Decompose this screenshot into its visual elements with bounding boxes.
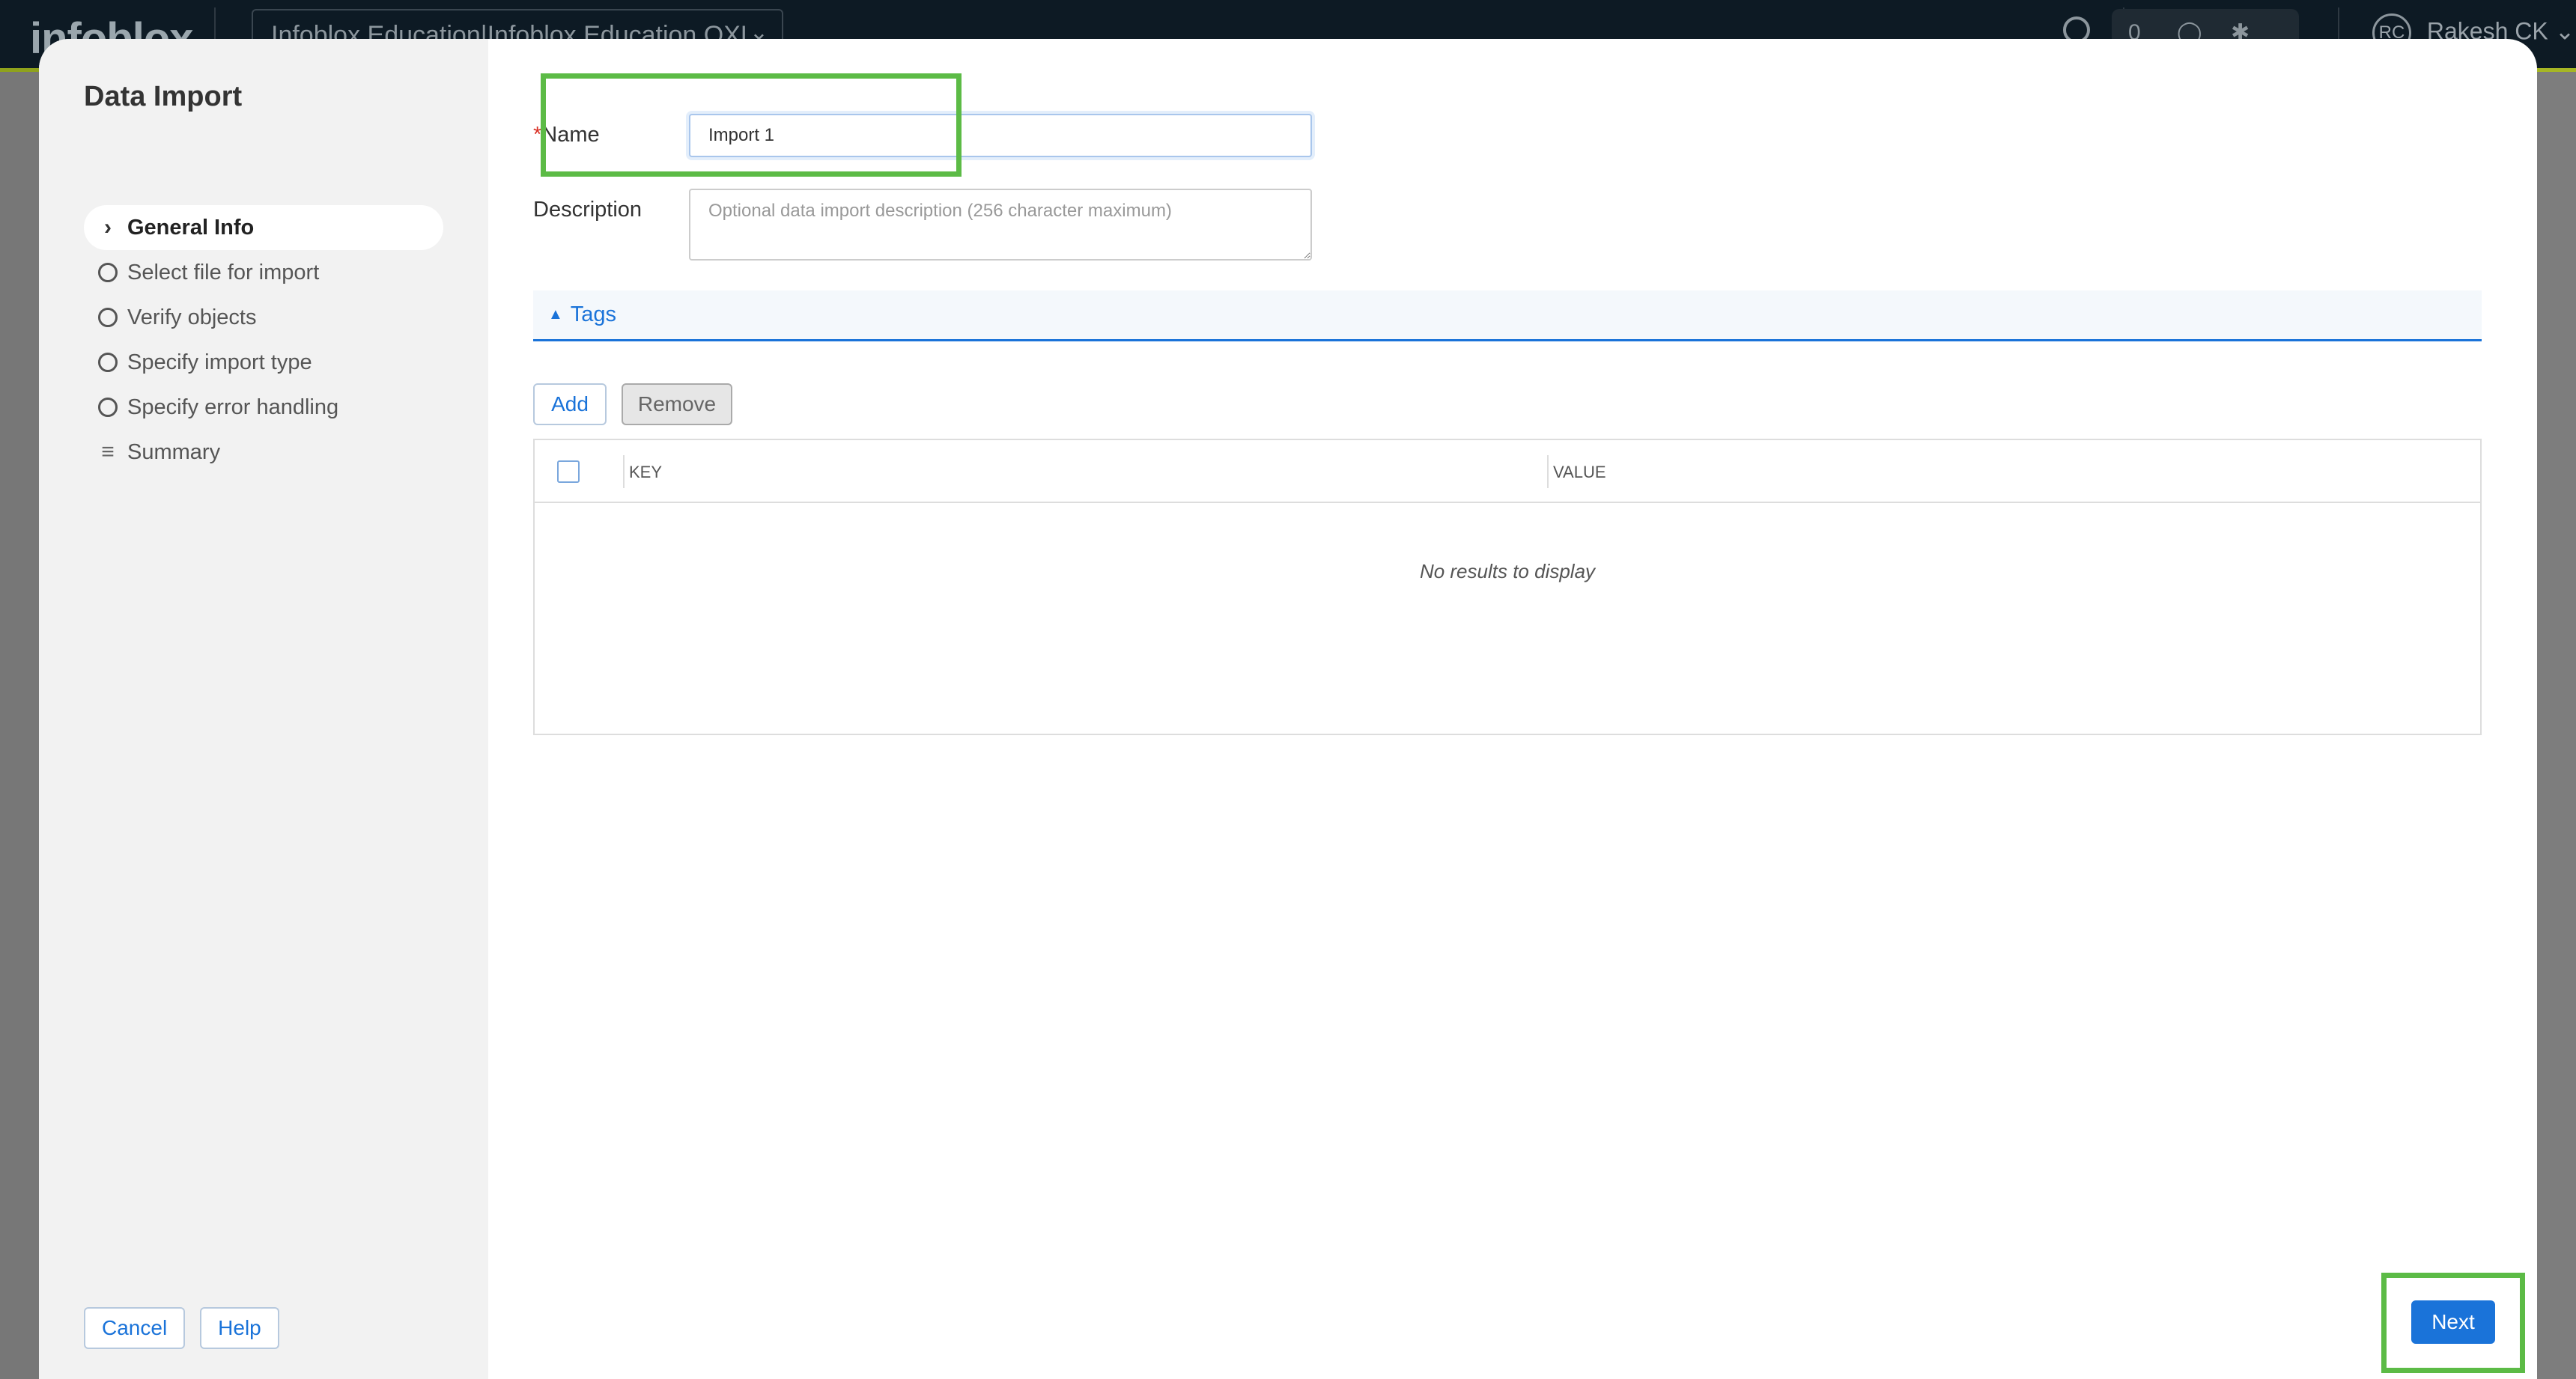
column-divider bbox=[623, 455, 625, 488]
step-label: Summary bbox=[127, 439, 221, 464]
column-header-key[interactable]: KEY bbox=[629, 463, 662, 482]
annotation-highlight bbox=[541, 73, 962, 177]
circle-icon bbox=[97, 352, 118, 373]
step-label: General Info bbox=[127, 215, 255, 240]
empty-table-message: No results to display bbox=[1419, 560, 1596, 582]
annotation-highlight bbox=[2381, 1273, 2525, 1373]
circle-icon bbox=[97, 307, 118, 328]
description-input[interactable] bbox=[689, 189, 1312, 261]
step-general-info[interactable]: › General Info bbox=[84, 205, 443, 250]
column-header-value[interactable]: VALUE bbox=[1553, 463, 1606, 482]
step-verify-objects[interactable]: Verify objects bbox=[84, 295, 443, 340]
wizard-nav: Data Import › General Info Select file f… bbox=[39, 39, 488, 1379]
circle-icon bbox=[97, 262, 118, 283]
step-error-handling[interactable]: Specify error handling bbox=[84, 385, 443, 430]
modal-footer-left: Cancel Help bbox=[84, 1307, 279, 1349]
description-label: Description bbox=[533, 198, 643, 222]
select-all-checkbox[interactable] bbox=[557, 460, 580, 483]
caret-up-icon: ▲ bbox=[548, 306, 563, 323]
circle-icon bbox=[97, 397, 118, 418]
remove-tag-button[interactable]: Remove bbox=[622, 383, 732, 425]
checklist-icon: ≡ bbox=[101, 439, 115, 464]
step-summary[interactable]: ≡ Summary bbox=[84, 430, 443, 475]
column-divider bbox=[1547, 455, 1549, 488]
cancel-button[interactable]: Cancel bbox=[84, 1307, 186, 1349]
wizard-steps: › General Info Select file for import Ve… bbox=[84, 205, 443, 475]
step-label: Select file for import bbox=[127, 260, 320, 284]
step-label: Specify error handling bbox=[127, 395, 339, 419]
add-tag-button[interactable]: Add bbox=[533, 383, 607, 425]
general-info-form: *Name Description ▲ Tags Add Remove KEY … bbox=[488, 39, 2537, 1379]
tags-label: Tags bbox=[570, 302, 617, 326]
step-import-type[interactable]: Specify import type bbox=[84, 340, 443, 385]
step-label: Verify objects bbox=[127, 305, 257, 329]
table-header: KEY VALUE bbox=[535, 440, 2480, 503]
help-button[interactable]: Help bbox=[200, 1307, 279, 1349]
modal-title: Data Import bbox=[84, 81, 243, 112]
tags-table: KEY VALUE No results to display bbox=[533, 439, 2482, 735]
chevron-down-icon: ⌄ bbox=[2554, 17, 2575, 45]
tags-section-toggle[interactable]: ▲ Tags bbox=[533, 290, 2482, 341]
data-import-modal: Data Import › General Info Select file f… bbox=[39, 39, 2537, 1379]
step-select-file[interactable]: Select file for import bbox=[84, 250, 443, 295]
chevron-right-icon: › bbox=[104, 215, 112, 240]
app-sidebar bbox=[0, 72, 39, 1379]
step-label: Specify import type bbox=[127, 350, 312, 374]
